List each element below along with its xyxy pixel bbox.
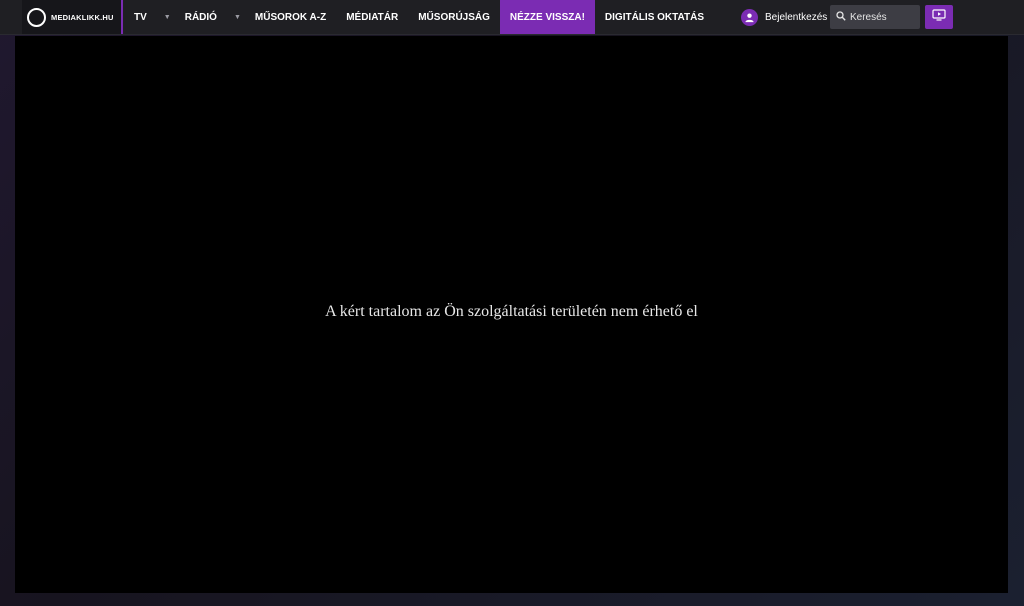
user-icon bbox=[741, 8, 758, 26]
page: MEDIAKLIKK.HU TV ▼ RÁDIÓ ▼ MŰSOROK A-Z M… bbox=[0, 0, 1024, 606]
top-navigation-bar: MEDIAKLIKK.HU TV ▼ RÁDIÓ ▼ MŰSOROK A-Z M… bbox=[0, 0, 1024, 35]
nav-item-label: NÉZZE VISSZA! bbox=[509, 11, 585, 23]
login-label: Bejelentkezés bbox=[765, 11, 828, 23]
caret-down-icon[interactable]: ▼ bbox=[234, 14, 241, 21]
search-input[interactable] bbox=[850, 11, 916, 23]
nav-item-label: MÉDIATÁR bbox=[346, 11, 399, 23]
nav-item-label: MŰSOROK A-Z bbox=[254, 11, 327, 23]
main-nav: TV ▼ RÁDIÓ ▼ MŰSOROK A-Z MÉDIATÁR MŰSORÚ… bbox=[124, 0, 714, 34]
geo-block-message: A kért tartalom az Ön szolgáltatási terü… bbox=[325, 303, 698, 320]
search-box[interactable] bbox=[830, 5, 920, 29]
nav-item-radio[interactable]: RÁDIÓ ▼ bbox=[175, 0, 245, 34]
nav-item-label: TV bbox=[134, 11, 147, 23]
nav-item-nezze-vissza[interactable]: NÉZZE VISSZA! bbox=[499, 0, 595, 34]
nav-item-musorujsag[interactable]: MŰSORÚJSÁG bbox=[408, 0, 500, 34]
logo-text: MEDIAKLIKK.HU bbox=[51, 12, 114, 22]
site-logo[interactable]: MEDIAKLIKK.HU bbox=[22, 0, 123, 34]
nav-item-digitalis-oktatas[interactable]: DIGITÁLIS OKTATÁS bbox=[595, 0, 714, 34]
circle-logo-icon bbox=[27, 7, 46, 27]
nav-item-tv[interactable]: TV ▼ bbox=[124, 0, 175, 34]
login-link[interactable]: Bejelentkezés bbox=[741, 0, 827, 34]
nav-item-label: MŰSORÚJSÁG bbox=[418, 11, 490, 23]
caret-down-icon[interactable]: ▼ bbox=[164, 14, 171, 21]
tv-button[interactable] bbox=[925, 5, 953, 29]
video-player[interactable]: A kért tartalom az Ön szolgáltatási terü… bbox=[15, 36, 1008, 593]
nav-item-label: DIGITÁLIS OKTATÁS bbox=[604, 11, 704, 23]
tv-play-icon bbox=[932, 8, 946, 26]
nav-item-label: RÁDIÓ bbox=[184, 11, 217, 23]
nav-item-mediatar[interactable]: MÉDIATÁR bbox=[336, 0, 408, 34]
nav-item-musorok-a-z[interactable]: MŰSOROK A-Z bbox=[245, 0, 336, 34]
search-icon bbox=[836, 8, 846, 26]
